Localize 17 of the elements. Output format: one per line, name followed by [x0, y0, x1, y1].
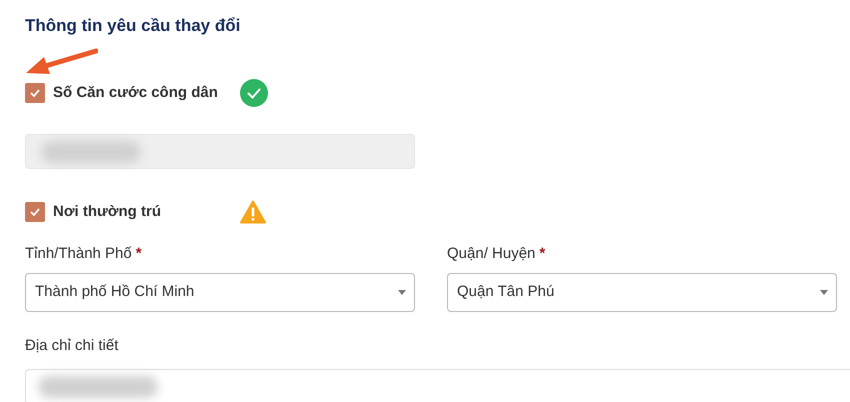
- checkbox-label: Số Căn cước công dân: [53, 82, 219, 103]
- dropdown[interactable]: Quận Tân Phú: [447, 273, 837, 312]
- dropdown[interactable]: Thành phố Hồ Chí Minh: [25, 273, 415, 312]
- caret-icon: [820, 290, 828, 295]
- section-title: Thông tin yêu cầu thay đổi: [25, 15, 242, 37]
- required-mark: *: [539, 244, 546, 264]
- field-label: Tỉnh/Thành Phố: [25, 244, 132, 264]
- checkbox-label: Nơi thường trú: [53, 202, 162, 222]
- required-mark: *: [136, 244, 142, 264]
- address-field[interactable]: [25, 369, 850, 402]
- caret-icon: [398, 290, 406, 295]
- field-label: Quận/ Huyện: [447, 244, 536, 264]
- checkmark-icon: [30, 89, 40, 97]
- checkbox[interactable]: [25, 83, 45, 103]
- checkmark-icon: [30, 208, 40, 216]
- checkbox[interactable]: [25, 202, 45, 222]
- field-label: Địa chỉ chi tiết: [25, 336, 118, 356]
